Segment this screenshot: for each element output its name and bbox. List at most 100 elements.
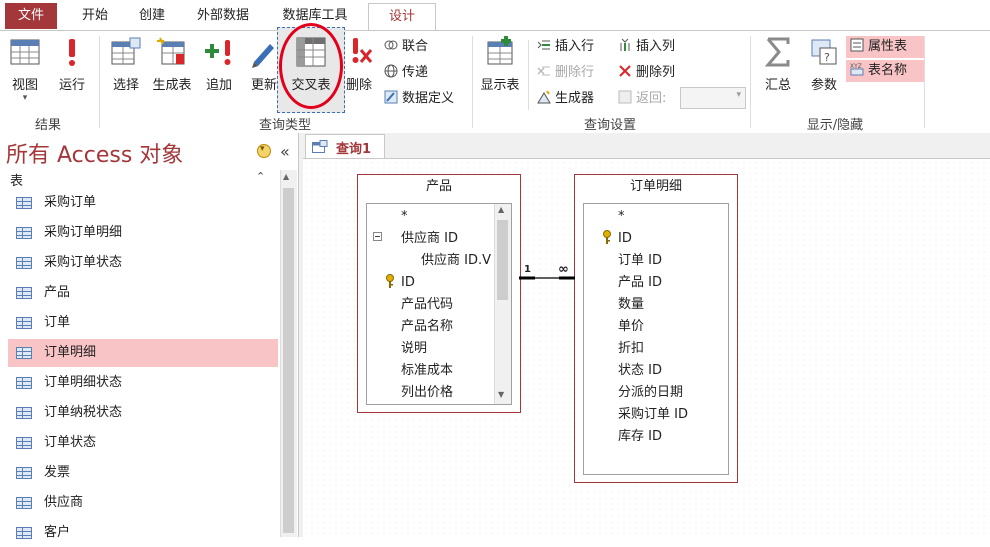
nav-item-table[interactable]: 采购订单状态 xyxy=(8,249,278,277)
field-item[interactable]: 采购订单 ID xyxy=(618,404,688,426)
delete-columns-button[interactable]: 删除列 xyxy=(618,62,675,84)
nav-item-table[interactable]: 订单明细状态 xyxy=(8,369,278,397)
tab-external-data[interactable]: 外部数据 xyxy=(186,3,260,29)
passthrough-button[interactable]: 传递 xyxy=(384,62,428,84)
tab-design[interactable]: 设计 xyxy=(368,3,436,30)
nav-item-table[interactable]: 发票 xyxy=(8,459,278,487)
parameters-button[interactable]: ? 参数 xyxy=(804,36,844,93)
nav-menu-chevron-icon[interactable]: ▾ xyxy=(257,144,271,158)
field-item[interactable]: 列出价格 xyxy=(401,382,453,404)
nav-item-table[interactable]: 订单纳税状态 xyxy=(8,399,278,427)
nav-item-label: 采购订单明细 xyxy=(44,225,123,240)
document-tab-label: 查询1 xyxy=(336,142,372,157)
union-icon xyxy=(384,38,398,52)
make-table-label: 生成表 xyxy=(152,78,192,93)
scroll-down-icon[interactable]: ▼ xyxy=(498,390,504,399)
delete-query-button[interactable]: 删除 xyxy=(342,36,376,93)
field-item[interactable]: 订单 ID xyxy=(618,250,662,272)
field-item[interactable]: 产品代码 xyxy=(401,294,453,316)
select-query-button[interactable]: 选择 xyxy=(104,36,148,93)
field-item[interactable]: 状态 ID xyxy=(618,360,662,382)
table-window-order-detail[interactable]: 订单明细 * ID 订单 ID 产品 ID 数量 单价 折扣 状态 ID 分派的日期 采购订单 I… xyxy=(574,174,738,483)
nav-item-table[interactable]: 产品 xyxy=(8,279,278,307)
parameters-icon: ? xyxy=(808,36,840,68)
union-button[interactable]: 联合 xyxy=(384,36,428,58)
scroll-up-icon[interactable]: ▲ xyxy=(498,205,504,214)
field-item[interactable]: 折扣 xyxy=(618,338,644,360)
property-sheet-button[interactable]: 属性表 xyxy=(846,36,924,58)
data-definition-label: 数据定义 xyxy=(402,91,455,106)
delete-rows-button[interactable]: 删除行 xyxy=(537,62,594,84)
nav-item-table[interactable]: 订单 xyxy=(8,309,278,337)
document-tab-query1[interactable]: 查询1 xyxy=(305,134,385,159)
table-names-icon: XYZ xyxy=(850,62,864,76)
insert-rows-button[interactable]: 插入行 xyxy=(537,36,594,58)
table-window-product[interactable]: 产品 * 供应商 ID 供应商 ID.V ID 产品代码 产品名称 说明 标准成本 列出价格 ▲… xyxy=(357,174,521,413)
field-item[interactable]: * xyxy=(401,206,408,228)
nav-scrollbar[interactable]: ▲ xyxy=(280,170,297,537)
table-title-product[interactable]: 产品 xyxy=(358,175,520,199)
passthrough-label: 传递 xyxy=(402,65,429,80)
insert-columns-icon xyxy=(618,38,632,52)
table-icon xyxy=(16,467,32,479)
totals-button[interactable]: 汇总 xyxy=(758,36,798,93)
nav-pane-title[interactable]: 所有 Access 对象 xyxy=(6,137,183,169)
collapse-pane-icon[interactable]: « xyxy=(280,142,290,161)
nav-item-table[interactable]: 订单明细 xyxy=(8,339,278,367)
field-item[interactable]: 分派的日期 xyxy=(618,382,683,404)
nav-item-table[interactable]: 供应商 xyxy=(8,489,278,517)
table-icon xyxy=(16,407,32,419)
field-list-scrollbar[interactable]: ▲ ▼ xyxy=(494,204,511,404)
table-names-button[interactable]: XYZ 表名称 xyxy=(846,60,924,82)
return-select[interactable]: ▾ xyxy=(680,87,746,109)
field-item[interactable]: 产品名称 xyxy=(401,316,453,338)
tab-file[interactable]: 文件 xyxy=(5,3,57,29)
field-item[interactable]: 标准成本 xyxy=(401,360,453,382)
relationship-one-label: 1 xyxy=(524,264,531,275)
delete-query-icon xyxy=(343,36,375,68)
nav-item-table[interactable]: 客户 xyxy=(8,519,278,547)
view-button[interactable]: 视图 ▾ xyxy=(4,36,46,103)
return-control: 返回: xyxy=(618,88,666,110)
scroll-up-icon[interactable]: ▲ xyxy=(283,172,289,181)
field-item[interactable]: 产品 ID xyxy=(618,272,662,294)
field-item[interactable]: ID xyxy=(618,228,632,250)
field-item[interactable]: 单价 xyxy=(618,316,644,338)
data-definition-button[interactable]: 数据定义 xyxy=(384,88,454,110)
field-item[interactable]: 说明 xyxy=(401,338,427,360)
nav-item-table[interactable]: 采购订单 xyxy=(8,189,278,217)
sigma-icon xyxy=(762,36,794,68)
field-item[interactable]: 供应商 ID xyxy=(401,228,458,250)
collapse-field-icon[interactable] xyxy=(373,232,382,241)
tab-create[interactable]: 创建 xyxy=(126,3,178,29)
make-table-button[interactable]: 生成表 xyxy=(148,36,196,93)
nav-item-table[interactable]: 采购订单明细 xyxy=(8,219,278,247)
field-item[interactable]: * xyxy=(618,206,625,228)
collapse-section-icon[interactable]: ⌃ xyxy=(256,170,265,183)
append-icon xyxy=(203,36,235,68)
nav-item-label: 订单明细状态 xyxy=(44,375,123,390)
insert-columns-button[interactable]: 插入列 xyxy=(618,36,675,58)
nav-item-label: 供应商 xyxy=(44,495,84,510)
delete-columns-icon xyxy=(618,64,632,78)
nav-item-label: 采购订单 xyxy=(44,195,97,210)
builder-button[interactable]: 生成器 xyxy=(537,88,594,110)
field-item[interactable]: ID xyxy=(401,272,415,294)
nav-section-header[interactable]: 表 xyxy=(10,170,23,189)
select-query-icon xyxy=(110,36,142,68)
chevron-down-icon: ▾ xyxy=(22,93,28,103)
field-item[interactable]: 库存 ID xyxy=(618,426,662,448)
scroll-thumb[interactable] xyxy=(497,220,508,300)
primary-key-icon xyxy=(602,230,612,244)
scroll-thumb[interactable] xyxy=(283,188,294,533)
data-definition-icon xyxy=(384,90,398,104)
append-button[interactable]: 追加 xyxy=(200,36,238,93)
field-item[interactable]: 供应商 ID.V xyxy=(421,250,491,272)
field-item[interactable]: 数量 xyxy=(618,294,644,316)
show-table-button[interactable]: 显示表 xyxy=(476,36,524,93)
run-button[interactable]: 运行 xyxy=(52,36,92,93)
field-list-product: * 供应商 ID 供应商 ID.V ID 产品代码 产品名称 说明 标准成本 列出价格 ▲ ▼ xyxy=(366,203,512,405)
table-title-order-detail[interactable]: 订单明细 xyxy=(575,175,737,199)
tab-home[interactable]: 开始 xyxy=(68,3,122,29)
nav-item-table[interactable]: 订单状态 xyxy=(8,429,278,457)
